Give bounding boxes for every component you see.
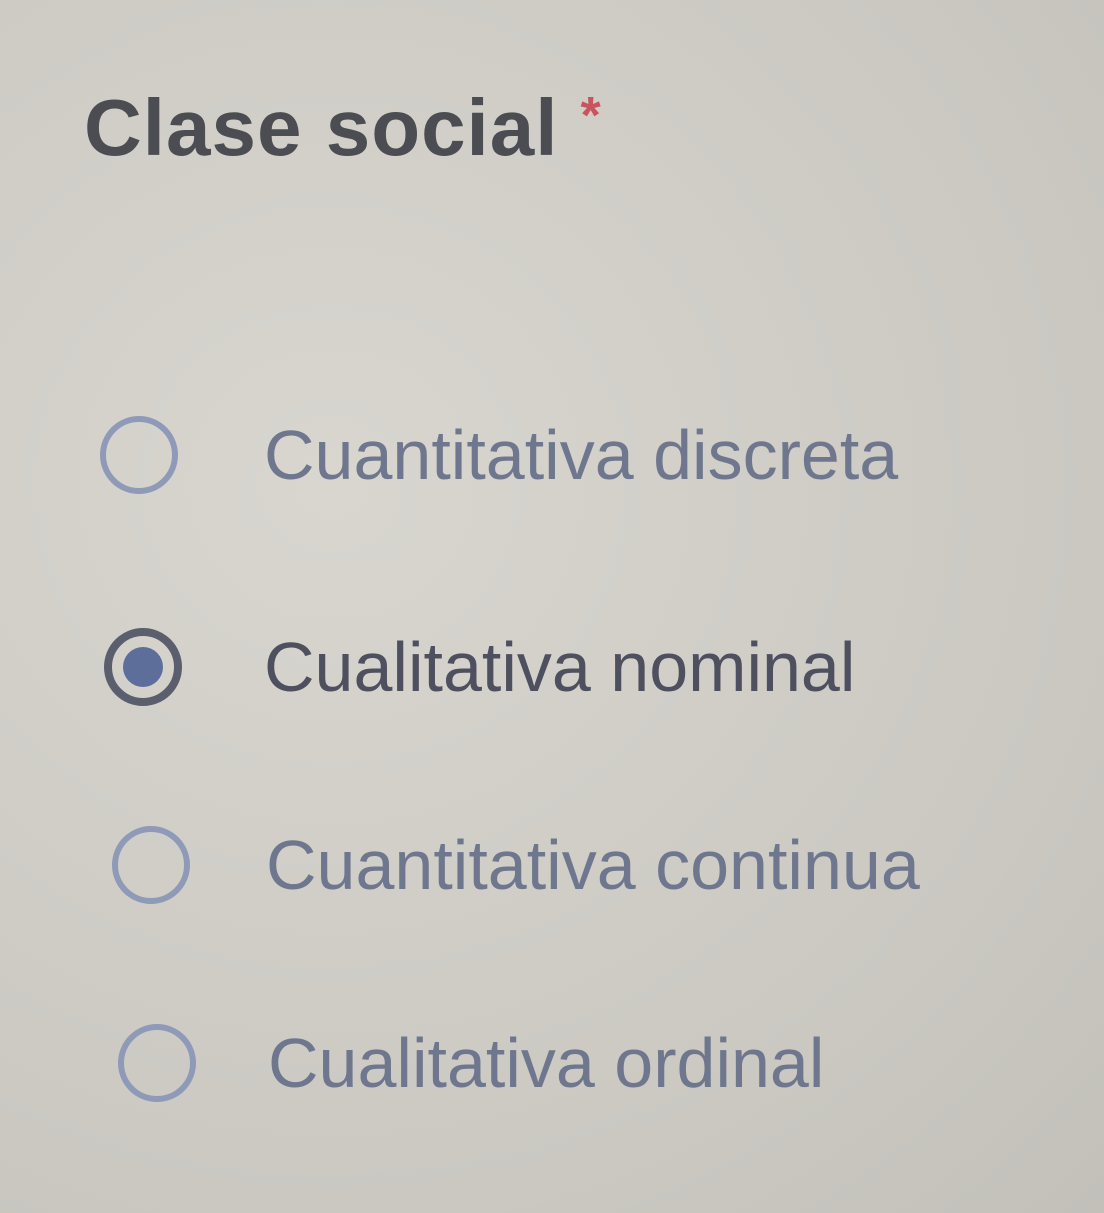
radio-option-cualitativa-nominal[interactable]: Cualitativa nominal bbox=[104, 628, 855, 706]
radio-button[interactable] bbox=[100, 416, 178, 494]
radio-option-cuantitativa-continua[interactable]: Cuantitativa continua bbox=[112, 826, 920, 904]
required-asterisk: * bbox=[580, 87, 601, 145]
radio-option-label[interactable]: Cuantitativa discreta bbox=[264, 420, 898, 490]
radio-option-cuantitativa-discreta[interactable]: Cuantitativa discreta bbox=[100, 416, 898, 494]
radio-option-label[interactable]: Cualitativa ordinal bbox=[268, 1028, 824, 1098]
radio-selected-dot bbox=[123, 647, 163, 687]
question-header: Clase social * bbox=[84, 88, 601, 168]
radio-button[interactable] bbox=[118, 1024, 196, 1102]
radio-button-selected[interactable] bbox=[104, 628, 182, 706]
radio-button[interactable] bbox=[112, 826, 190, 904]
question-card: Clase social * Cuantitativa discreta Cua… bbox=[0, 0, 1104, 1213]
radio-option-label[interactable]: Cualitativa nominal bbox=[264, 632, 855, 702]
radio-option-cualitativa-ordinal[interactable]: Cualitativa ordinal bbox=[118, 1024, 824, 1102]
radio-option-label[interactable]: Cuantitativa continua bbox=[266, 830, 920, 900]
question-title: Clase social bbox=[84, 83, 559, 172]
